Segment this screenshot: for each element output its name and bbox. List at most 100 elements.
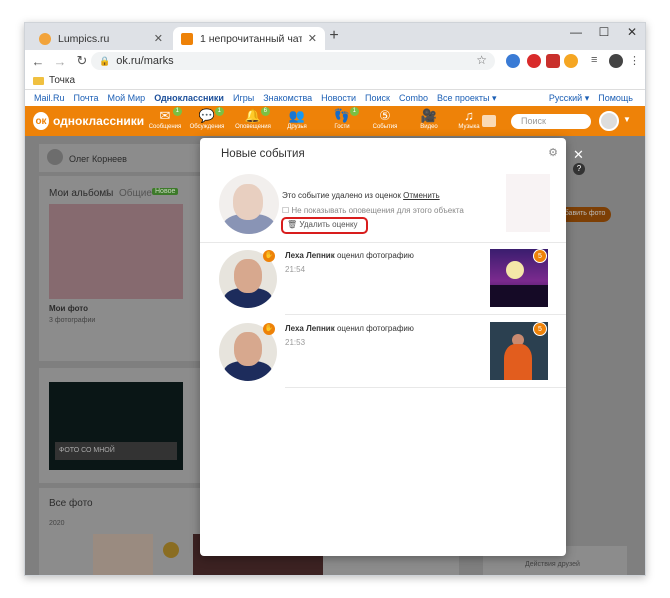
new-badge: Новое <box>152 188 179 195</box>
extension-icon[interactable] <box>564 54 578 68</box>
portal-link[interactable]: Знакомства <box>263 93 312 103</box>
nav-label: Гости <box>334 124 350 130</box>
score-badge: 5 <box>533 249 547 263</box>
albums-title: Мои альбомы <box>49 188 114 199</box>
tab-lumpics[interactable]: Lumpics.ru ✕ <box>31 27 171 50</box>
close-tab-icon[interactable]: ✕ <box>308 32 317 45</box>
events-icon: ⑤ <box>379 108 391 123</box>
close-icon[interactable]: ✕ <box>573 147 584 163</box>
year-label: 2020 <box>49 520 65 527</box>
search-input[interactable]: Поиск <box>511 114 591 129</box>
folder-icon <box>33 76 44 85</box>
nav-events[interactable]: ⑤ События <box>363 108 407 130</box>
event-user-link[interactable]: Леха Лепник <box>285 324 335 333</box>
portal-link[interactable]: Поиск <box>365 93 390 103</box>
portal-link[interactable]: Мой Мир <box>108 93 146 103</box>
portal-link[interactable]: Combo <box>399 93 428 103</box>
album-cover[interactable] <box>49 204 183 299</box>
address-input[interactable]: 🔒 ok.ru/marks ☆ <box>91 52 495 70</box>
divider <box>285 387 566 388</box>
album-name[interactable]: Мои фото <box>49 304 88 313</box>
moon-shape <box>506 261 524 279</box>
avatar[interactable] <box>599 111 619 131</box>
lock-icon: 🔒 <box>99 55 111 66</box>
nav-notifications[interactable]: 🔔 Оповещения 6 <box>231 107 275 130</box>
nav-messages[interactable]: ✉ Сообщения 1 <box>143 107 187 130</box>
help-link[interactable]: Помощь <box>598 93 633 104</box>
portal-link[interactable]: Почта <box>74 93 99 103</box>
bookmark-item[interactable]: Точка <box>49 75 75 86</box>
photo-thumb[interactable] <box>93 534 153 575</box>
tab-ok-chat[interactable]: 1 непрочитанный чат ✕ <box>173 27 325 50</box>
friends-icon: 👥 <box>288 108 306 123</box>
nav-badge: 1 <box>172 107 182 116</box>
nav-badge: 1 <box>214 107 224 116</box>
nav-friends[interactable]: 👥 Друзья <box>275 108 319 130</box>
portal-link[interactable]: Все проекты ▾ <box>437 93 497 104</box>
logo-text: одноклассники <box>53 114 145 128</box>
avatar <box>219 174 279 234</box>
events-modal: Новые события ⚙ Это событие удалено из о… <box>200 138 566 556</box>
event-time: 21:53 <box>285 338 306 347</box>
gear-icon[interactable]: ⚙ <box>548 146 558 159</box>
portal-link[interactable]: Mail.Ru <box>34 93 65 103</box>
modal-title: Новые события <box>221 148 305 160</box>
dress-shape <box>504 344 532 380</box>
nav-label: Сообщения <box>148 124 182 130</box>
tab-title: Lumpics.ru <box>58 32 110 45</box>
all-photos-title[interactable]: Все фото <box>49 498 93 509</box>
portal-links-bar: Mail.Ru Почта Мой Мир Одноклассники Игры… <box>25 90 645 106</box>
event-action: оценил фотографию <box>336 324 414 333</box>
chevron-down-icon[interactable]: ▼ <box>623 115 631 124</box>
language-selector[interactable]: Русский ▾ <box>549 93 589 104</box>
event-time: 21:54 <box>285 265 306 274</box>
nav-badge: 6 <box>260 107 270 116</box>
avatar <box>47 149 63 165</box>
menu-dots-icon[interactable]: ⋮ <box>629 54 643 68</box>
extension-icon[interactable] <box>546 54 560 68</box>
profile-name: Олег Корнеев <box>69 154 127 164</box>
album-label[interactable]: ФОТО СО МНОЙ <box>55 442 177 460</box>
nav-video[interactable]: 🎥 Видео <box>407 108 451 130</box>
ok-logo[interactable]: ок одноклассники <box>33 112 144 130</box>
tab-shared-albums[interactable]: Общие <box>119 188 152 199</box>
reading-list-icon[interactable]: ≡ <box>591 54 605 68</box>
mail-favicon-icon <box>181 32 193 45</box>
extension-icon[interactable] <box>506 54 520 68</box>
highlight-box <box>281 217 368 234</box>
skyline-shape <box>490 285 548 307</box>
bookmark-star-icon[interactable]: ☆ <box>476 53 487 67</box>
back-icon[interactable]: ← <box>29 54 47 69</box>
nav-label: Оповещения <box>235 124 271 130</box>
close-tab-icon[interactable]: ✕ <box>154 32 163 45</box>
nav-label: События <box>372 124 398 130</box>
video-camera-icon: 🎥 <box>420 108 438 123</box>
checkbox-icon[interactable]: ☐ <box>282 206 289 215</box>
mute-notifications-checkbox[interactable]: ☐ Не показывать оповещения для этого объ… <box>282 206 464 215</box>
minimize-button[interactable]: — <box>563 25 589 39</box>
profile-avatar-icon[interactable] <box>609 54 623 68</box>
tab-bar: Lumpics.ru ✕ 1 непрочитанный чат ✕ + — ☐… <box>25 23 645 50</box>
new-tab-button[interactable]: + <box>325 27 343 45</box>
portal-link-active[interactable]: Одноклассники <box>154 93 224 103</box>
extension-icon[interactable] <box>527 54 541 68</box>
friends-actions-title[interactable]: Действия друзей <box>525 561 580 568</box>
nav-badge: 1 <box>349 107 359 116</box>
event-action: оценил фотографию <box>336 251 414 260</box>
play-icon[interactable] <box>482 115 496 127</box>
undo-link[interactable]: Отменить <box>403 191 440 200</box>
close-window-button[interactable]: ✕ <box>619 25 645 39</box>
score-badge: 5 <box>533 322 547 336</box>
portal-link[interactable]: Новости <box>321 93 356 103</box>
help-icon[interactable]: ? <box>573 163 585 175</box>
maximize-button[interactable]: ☐ <box>591 25 617 39</box>
forward-icon[interactable]: → <box>51 54 69 69</box>
reload-icon[interactable]: ↻ <box>73 53 91 69</box>
checkbox-label: Не показывать оповещения для этого объек… <box>291 206 464 215</box>
event-user-link[interactable]: Леха Лепник <box>285 251 335 260</box>
portal-link[interactable]: Игры <box>233 93 254 103</box>
nav-discussions[interactable]: 💬 Обсуждения 1 <box>185 107 229 130</box>
address-bar-row: ← → ↻ 🔒 ok.ru/marks ☆ ≡ ⋮ <box>25 50 645 72</box>
deleted-text: Это событие удалено из оценок <box>282 191 401 200</box>
nav-guests[interactable]: 👣 Гости 1 <box>320 107 364 130</box>
